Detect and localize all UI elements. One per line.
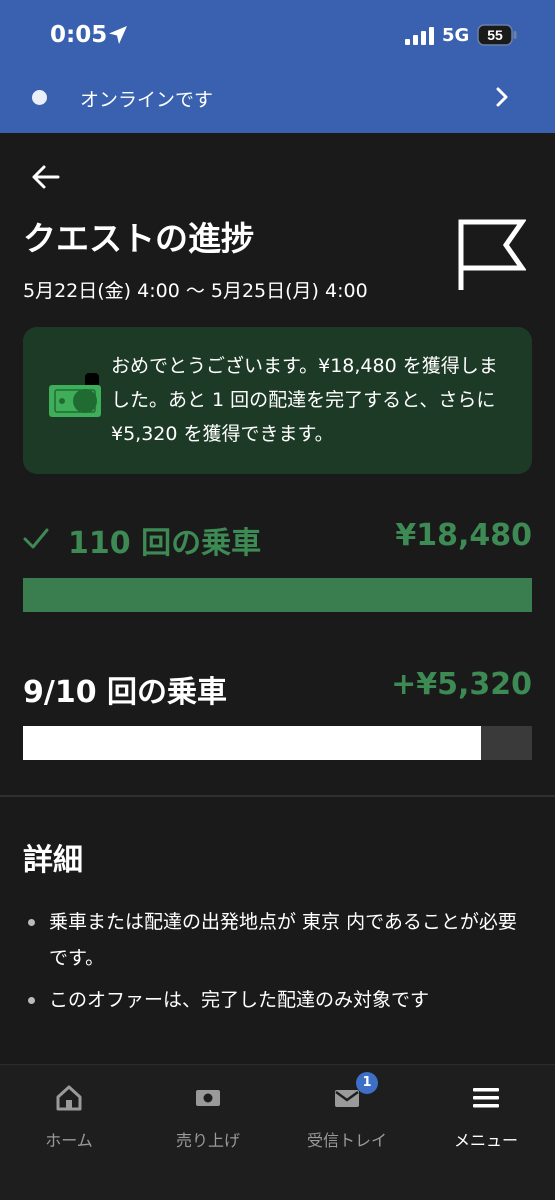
detail-list-item: このオファーは、完了した配達のみ対象です bbox=[23, 982, 532, 1022]
tab-home[interactable]: ホーム bbox=[0, 1079, 138, 1159]
tab-menu[interactable]: メニュー bbox=[417, 1079, 555, 1159]
notification-badge: 1 bbox=[356, 1072, 378, 1094]
earnings-icon bbox=[196, 1090, 220, 1106]
bullet-icon bbox=[28, 997, 35, 1004]
tab-label: ホーム bbox=[45, 1131, 93, 1150]
tab-earnings[interactable]: 売り上げ bbox=[139, 1079, 277, 1159]
detail-text: このオファーは、完了した配達のみ対象です bbox=[49, 989, 430, 1011]
tab-label: 受信トレイ bbox=[306, 1131, 387, 1150]
top-banner-area: 0:05 5G 55 オンラインです bbox=[0, 0, 555, 133]
check-icon bbox=[23, 528, 49, 549]
quest-date-range: 5月22日(金) 4:00 〜 5月25日(月) 4:00 bbox=[23, 280, 368, 302]
money-icon bbox=[49, 373, 101, 417]
battery-icon: 55 bbox=[477, 24, 517, 46]
page-title: クエストの進捗 bbox=[23, 219, 254, 258]
signal-icon bbox=[405, 27, 434, 45]
quest-reward: ¥18,480 bbox=[395, 518, 532, 553]
detail-list-item: 乗車または配達の出発地点が 東京 内であることが必要です。 bbox=[23, 904, 532, 984]
battery-level: 55 bbox=[487, 27, 503, 43]
chevron-right-icon[interactable] bbox=[492, 86, 512, 108]
online-dot-icon bbox=[32, 90, 47, 105]
detail-text: 乗車または配達の出発地点が 東京 内であることが必要です。 bbox=[49, 911, 517, 969]
bullet-icon bbox=[28, 919, 35, 926]
tab-label: 売り上げ bbox=[175, 1131, 240, 1150]
online-status-banner[interactable]: オンラインです bbox=[0, 72, 555, 122]
details-title: 詳細 bbox=[23, 843, 83, 878]
location-arrow-icon bbox=[109, 26, 127, 44]
congrats-message: おめでとうございます。¥18,480 を獲得しました。あと 1 回の配達を完了す… bbox=[111, 355, 498, 445]
status-bar: 0:05 5G 55 bbox=[0, 0, 555, 70]
menu-icon bbox=[473, 1088, 499, 1108]
quest-progress-fill bbox=[23, 578, 532, 612]
congrats-card: おめでとうございます。¥18,480 を獲得しました。あと 1 回の配達を完了す… bbox=[23, 327, 532, 474]
network-type: 5G bbox=[442, 25, 470, 46]
quest-reward: +¥5,320 bbox=[391, 667, 532, 702]
status-time: 0:05 bbox=[50, 22, 108, 48]
quest-progress-bar bbox=[23, 578, 532, 612]
section-divider bbox=[0, 795, 555, 797]
home-icon bbox=[56, 1085, 82, 1111]
quest-progress-bar bbox=[23, 726, 532, 760]
back-arrow-icon[interactable] bbox=[30, 162, 62, 192]
tab-inbox[interactable]: 1 受信トレイ bbox=[278, 1072, 416, 1159]
bottom-tab-bar: ホーム 売り上げ 1 受信トレイ メニュー bbox=[0, 1064, 555, 1200]
quest-label: 9/10 回の乗車 bbox=[23, 675, 228, 710]
quest-progress-fill bbox=[23, 726, 482, 760]
flag-icon bbox=[458, 219, 526, 290]
quest-label: 110 回の乗車 bbox=[68, 526, 262, 561]
online-status-text: オンラインです bbox=[80, 89, 214, 111]
tab-label: メニュー bbox=[453, 1131, 518, 1150]
